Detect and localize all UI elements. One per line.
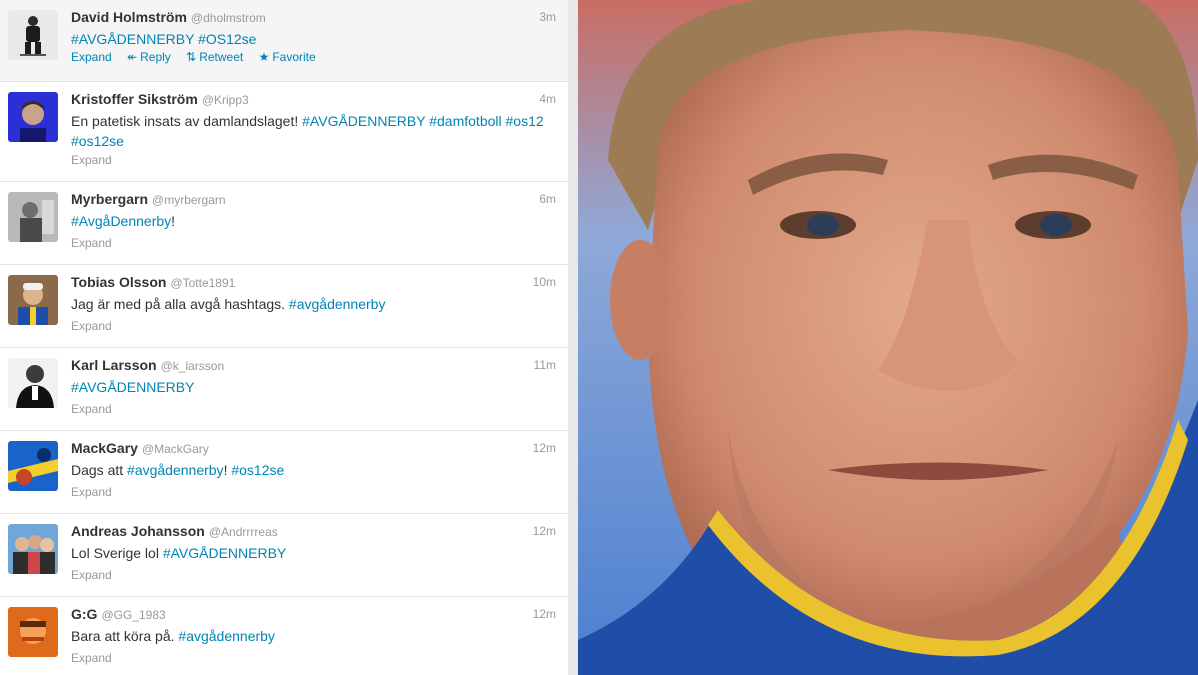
hashtag-link[interactable]: #AVGÅDENNERBY xyxy=(302,113,425,129)
tweet-text: Lol Sverige lol #AVGÅDENNERBY xyxy=(71,543,557,563)
author-name[interactable]: G:G @GG_1983 xyxy=(71,606,166,622)
author-name[interactable]: Karl Larsson @k_larsson xyxy=(71,357,224,373)
tweet-actions: Expand xyxy=(71,319,124,333)
author-name[interactable]: Myrbergarn @myrbergarn xyxy=(71,191,226,207)
tweet-item[interactable]: Myrbergarn @myrbergarn 6m #AvgåDennerby! … xyxy=(0,182,568,265)
tweet-text: Bara att köra på. #avgådennerby xyxy=(71,626,557,646)
hashtag-link[interactable]: #avgådennerby xyxy=(289,296,386,312)
hashtag-link[interactable]: #AVGÅDENNERBY xyxy=(71,31,194,47)
star-icon: ★ xyxy=(258,50,270,64)
hashtag-link[interactable]: #AVGÅDENNERBY xyxy=(71,379,194,395)
tweet-timestamp[interactable]: 10m xyxy=(533,275,556,289)
group-avatar[interactable] xyxy=(8,524,58,574)
hashtag-link[interactable]: #avgådennerby xyxy=(178,628,275,644)
expand-link[interactable]: Expand xyxy=(71,568,112,582)
tweet-item[interactable]: Karl Larsson @k_larsson 11m #AVGÅDENNERBY… xyxy=(0,348,568,431)
reply-button[interactable]: ↞ Reply xyxy=(127,50,171,64)
text-segment: Jag är med på alla avgå hashtags. xyxy=(71,296,289,312)
person-bw-avatar[interactable] xyxy=(8,358,58,408)
text-segment: Bara att köra på. xyxy=(71,628,179,644)
author-handle[interactable]: @k_larsson xyxy=(161,359,225,373)
author-handle[interactable]: @Totte1891 xyxy=(170,276,235,290)
tweet-actions: Expand ↞ Reply ⇅ Retweet ★ Favorite xyxy=(71,50,328,64)
tweet-item[interactable]: G:G @GG_1983 12m Bara att köra på. #avgåd… xyxy=(0,597,568,675)
retweet-icon: ⇅ xyxy=(186,50,197,64)
hockey-player-avatar[interactable] xyxy=(8,10,58,60)
expand-link[interactable]: Expand xyxy=(71,319,112,333)
author-handle[interactable]: @Kripp3 xyxy=(202,93,249,107)
coach-portrait-photo xyxy=(578,0,1198,675)
author-name[interactable]: David Holmström @dholmstrom xyxy=(71,9,266,25)
tweet-text: #AVGÅDENNERBY #OS12se xyxy=(71,29,557,49)
tweet-actions: Expand xyxy=(71,568,124,582)
expand-link[interactable]: Expand xyxy=(71,402,112,416)
person-blue-avatar[interactable] xyxy=(8,92,58,142)
hashtag-link[interactable]: #AvgåDennerby xyxy=(71,213,171,229)
favorite-button[interactable]: ★ Favorite xyxy=(259,50,316,64)
text-segment: ! xyxy=(171,213,176,229)
expand-link[interactable]: Expand xyxy=(71,236,112,250)
expand-link[interactable]: Expand xyxy=(71,651,112,665)
expand-link[interactable]: Expand xyxy=(71,50,112,64)
portrait-illustration xyxy=(578,0,1198,675)
hashtag-link[interactable]: #os12 xyxy=(506,113,544,129)
author-name[interactable]: Tobias Olsson @Totte1891 xyxy=(71,274,235,290)
tweet-timestamp[interactable]: 12m xyxy=(533,607,556,621)
text-segment: Dags att xyxy=(71,462,128,478)
tweet-item[interactable]: Tobias Olsson @Totte1891 10m Jag är med p… xyxy=(0,265,568,348)
hashtag-link[interactable]: #os12se xyxy=(231,462,284,478)
tweet-text: #AVGÅDENNERBY xyxy=(71,377,557,397)
tweet-item[interactable]: David Holmström @dholmstrom 3m #AVGÅDENNE… xyxy=(0,0,568,82)
tweet-feed: David Holmström @dholmstrom 3m #AVGÅDENNE… xyxy=(0,0,568,675)
author-handle[interactable]: @myrbergarn xyxy=(152,193,226,207)
author-handle[interactable]: @GG_1983 xyxy=(101,608,165,622)
tweet-item[interactable]: MackGary @MackGary 12m Dags att #avgådenn… xyxy=(0,431,568,514)
badge-avatar[interactable] xyxy=(8,441,58,491)
person-gray-avatar[interactable] xyxy=(8,192,58,242)
tweet-actions: Expand xyxy=(71,402,124,416)
tweet-timestamp[interactable]: 11m xyxy=(534,358,556,372)
tweet-text: Dags att #avgådennerby! #os12se xyxy=(71,460,557,480)
tweet-actions: Expand xyxy=(71,236,124,250)
expand-link[interactable]: Expand xyxy=(71,153,112,167)
author-name[interactable]: Andreas Johansson @Andrrrreas xyxy=(71,523,278,539)
tweet-text: En patetisk insats av damlandslaget! #AV… xyxy=(71,111,557,151)
retweet-button[interactable]: ⇅ Retweet xyxy=(186,50,243,64)
author-name[interactable]: Kristoffer Sikström @Kripp3 xyxy=(71,91,249,107)
text-segment: En patetisk insats av damlandslaget! xyxy=(71,113,303,129)
tweet-actions: Expand xyxy=(71,485,124,499)
tweet-timestamp[interactable]: 6m xyxy=(539,192,556,206)
author-handle[interactable]: @MackGary xyxy=(142,442,209,456)
tweet-actions: Expand xyxy=(71,153,124,167)
reply-icon: ↞ xyxy=(127,50,138,64)
tweet-timestamp[interactable]: 12m xyxy=(533,441,556,455)
tweet-timestamp[interactable]: 4m xyxy=(539,92,556,106)
hashtag-link[interactable]: #OS12se xyxy=(198,31,256,47)
author-handle[interactable]: @Andrrrreas xyxy=(209,525,278,539)
author-name[interactable]: MackGary @MackGary xyxy=(71,440,209,456)
hashtag-link[interactable]: #AVGÅDENNERBY xyxy=(163,545,286,561)
person-orange-avatar[interactable] xyxy=(8,607,58,657)
tweet-item[interactable]: Andreas Johansson @Andrrrreas 12m Lol Sve… xyxy=(0,514,568,597)
text-segment: Lol Sverige lol xyxy=(71,545,163,561)
tweet-item[interactable]: Kristoffer Sikström @Kripp3 4m En patetis… xyxy=(0,82,568,182)
tweet-text: #AvgåDennerby! xyxy=(71,211,557,231)
author-handle[interactable]: @dholmstrom xyxy=(191,11,266,25)
tweet-timestamp[interactable]: 3m xyxy=(539,10,556,24)
hashtag-link[interactable]: #avgådennerby xyxy=(127,462,224,478)
person-cap-avatar[interactable] xyxy=(8,275,58,325)
hashtag-link[interactable]: #damfotboll xyxy=(429,113,501,129)
tweet-timestamp[interactable]: 12m xyxy=(533,524,556,538)
panel-divider xyxy=(568,0,578,675)
tweet-actions: Expand xyxy=(71,651,124,665)
expand-link[interactable]: Expand xyxy=(71,485,112,499)
tweet-text: Jag är med på alla avgå hashtags. #avgåd… xyxy=(71,294,557,314)
hashtag-link[interactable]: #os12se xyxy=(71,133,124,149)
